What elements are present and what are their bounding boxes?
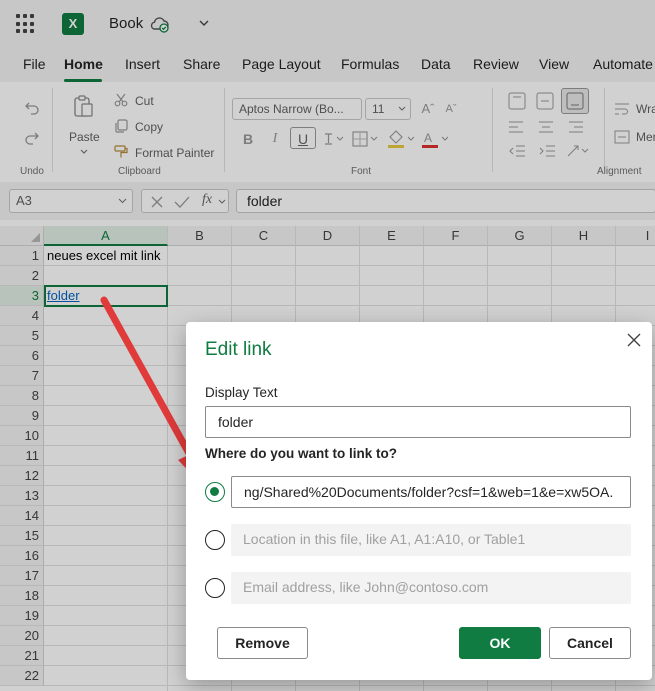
- display-text-input[interactable]: folder: [205, 406, 631, 438]
- display-text-label: Display Text: [205, 385, 278, 400]
- url-input[interactable]: ng/Shared%20Documents/folder?csf=1&web=1…: [231, 476, 631, 508]
- close-icon[interactable]: [624, 330, 644, 350]
- ok-button[interactable]: OK: [459, 627, 541, 659]
- edit-link-dialog: Edit link Display Text folder Where do y…: [186, 322, 652, 680]
- radio-url-option[interactable]: [205, 482, 225, 502]
- dialog-title: Edit link: [205, 339, 272, 360]
- cancel-button[interactable]: Cancel: [549, 627, 631, 659]
- location-input[interactable]: Location in this file, like A1, A1:A10, …: [231, 524, 631, 556]
- radio-location-option[interactable]: [205, 530, 225, 550]
- email-input[interactable]: Email address, like John@contoso.com: [231, 572, 631, 604]
- link-target-question: Where do you want to link to?: [205, 446, 397, 461]
- remove-button[interactable]: Remove: [217, 627, 308, 659]
- radio-email-option[interactable]: [205, 578, 225, 598]
